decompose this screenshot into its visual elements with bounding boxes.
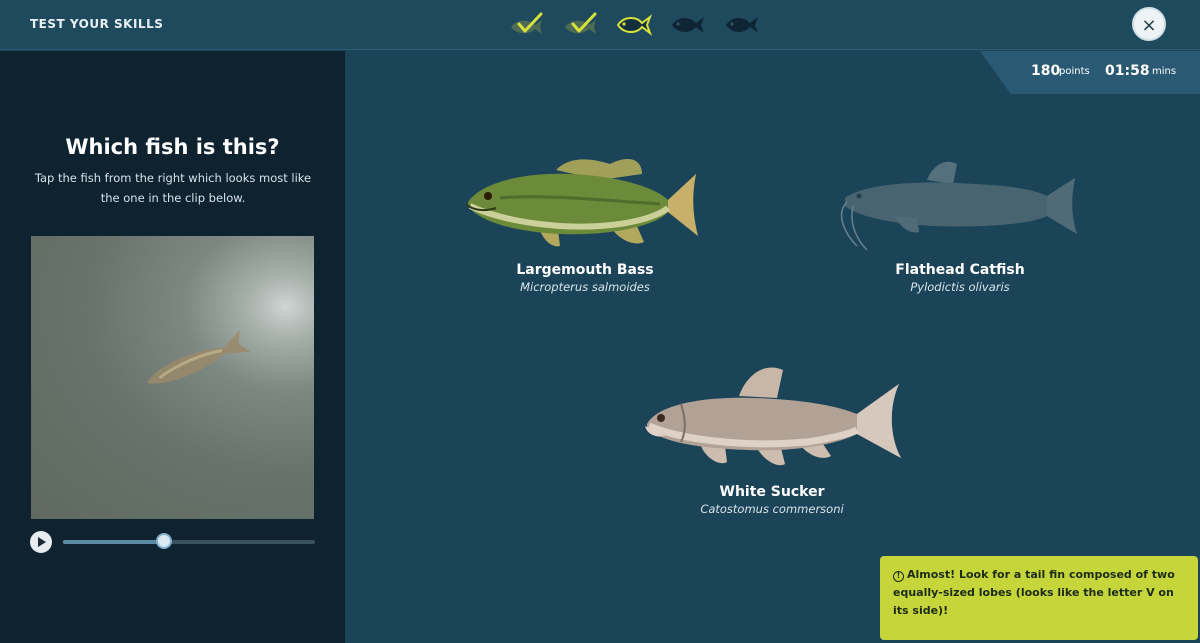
fish-name: Largemouth Bass <box>516 262 654 278</box>
points-value: 180 <box>1031 63 1061 79</box>
largemouth-bass-image <box>465 159 698 247</box>
fish-scientific-name: Micropterus salmoides <box>520 280 650 294</box>
timer-unit: mins <box>1152 66 1177 77</box>
video-scrubber-handle[interactable] <box>155 533 172 549</box>
white-sucker-image <box>645 367 901 466</box>
question-title: Which fish is this? <box>65 135 280 159</box>
fish-option-largemouth-bass[interactable]: Largemouth Bass Micropterus salmoides <box>459 150 711 294</box>
video-fish-image <box>146 330 251 384</box>
progress-indicator <box>507 8 761 42</box>
fish-option-flathead-catfish[interactable]: Flathead Catfish Pylodictis olivaris <box>835 154 1085 294</box>
fish-outline-icon <box>616 14 653 36</box>
score-panel: 180 points 01:58 mins <box>980 51 1200 94</box>
info-icon: ! <box>893 571 904 582</box>
progress-step-4 <box>669 11 707 39</box>
progress-step-3 <box>615 11 653 39</box>
fish-name: White Sucker <box>719 484 825 500</box>
fish-icon <box>726 17 758 33</box>
fish-check-icon <box>511 12 543 34</box>
fish-option-white-sucker[interactable]: White Sucker Catostomus commersoni <box>636 362 908 516</box>
question-instruction: Tap the fish from the right which looks … <box>34 171 312 205</box>
progress-step-1 <box>507 11 545 39</box>
flathead-catfish-image <box>840 161 1077 251</box>
timer-value: 01:58 <box>1105 63 1150 79</box>
top-bar: TEST YOUR SKILLS × <box>0 0 1200 50</box>
close-button[interactable]: × <box>1132 7 1166 41</box>
question-panel: Which fish is this? Tap the fish from th… <box>0 51 345 643</box>
app-title: TEST YOUR SKILLS <box>30 17 164 31</box>
video-progress-track[interactable] <box>63 540 315 544</box>
points-unit: points <box>1059 66 1090 77</box>
play-button[interactable] <box>30 531 52 553</box>
fish-icon <box>672 17 704 33</box>
fish-name: Flathead Catfish <box>895 262 1025 278</box>
fish-check-icon <box>565 12 597 34</box>
progress-step-5 <box>723 11 761 39</box>
video-progress-fill <box>63 540 164 544</box>
progress-step-2 <box>561 11 599 39</box>
fish-scientific-name: Catostomus commersoni <box>700 502 844 516</box>
feedback-hint: ! Almost! Look for a tail fin composed of… <box>880 556 1198 640</box>
hint-text: Almost! Look for a tail fin composed of … <box>893 568 1175 617</box>
video-player[interactable] <box>31 236 314 519</box>
fish-scientific-name: Pylodictis olivaris <box>910 280 1010 294</box>
